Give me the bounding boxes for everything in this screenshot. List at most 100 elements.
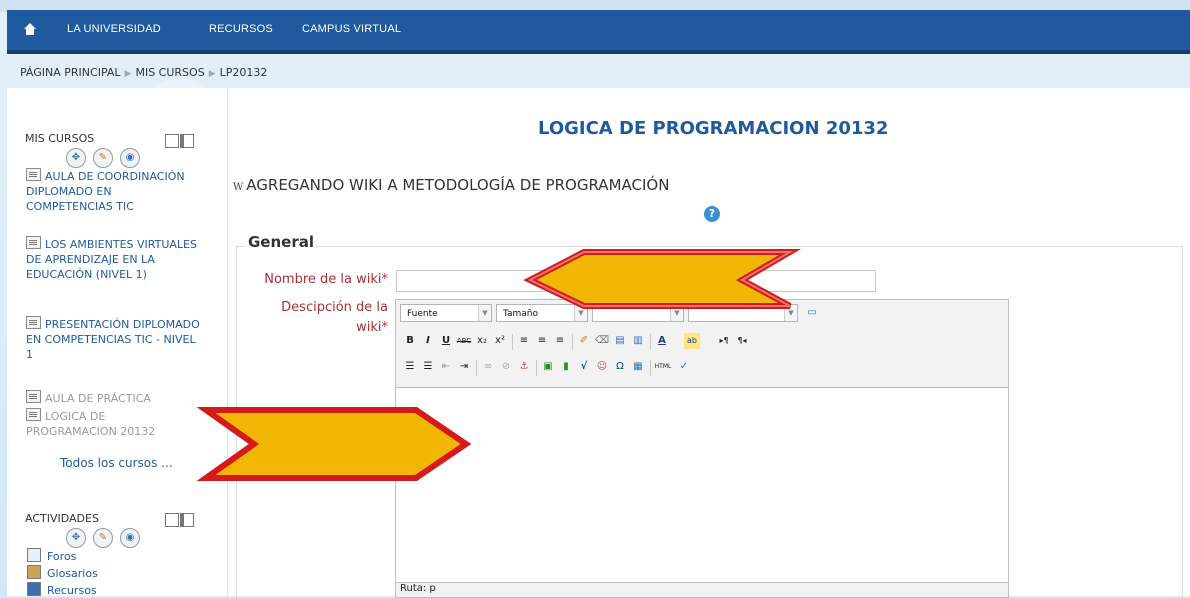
unlink-icon[interactable]: ⊘ — [498, 359, 514, 375]
editor-content-area[interactable] — [396, 387, 1008, 583]
anchor-icon[interactable]: ⚓ — [516, 359, 532, 375]
help-icon[interactable]: ? — [704, 206, 720, 222]
wiki-description-label-line2: wiki* — [248, 320, 388, 335]
breadcrumb-separator-icon: ▶ — [208, 69, 216, 79]
superscript-icon[interactable]: x² — [492, 333, 508, 349]
wiki-icon: W — [233, 182, 244, 193]
bullet-list-icon[interactable]: ☰ — [402, 359, 418, 375]
wiki-description-label: Descipción de la — [248, 300, 388, 315]
activity-link-forums[interactable]: Foros — [27, 548, 76, 563]
wiki-name-label: Nombre de la wiki* — [248, 272, 388, 287]
editor-toolbar-row-3: ☰ ☰ ⇤ ⇥ ∞ ⊘ ⚓ ▣ ▮ √ ☺ Ω ▦ HTML ✓ — [400, 358, 1000, 378]
align-right-icon[interactable]: ≡ — [552, 333, 568, 349]
activity-label: Foros — [47, 550, 77, 563]
toolbar-separator — [650, 334, 651, 350]
course-link[interactable]: LOS AMBIENTES VIRTUALES DE APRENDIZAJE E… — [26, 236, 201, 282]
home-icon[interactable] — [23, 22, 37, 36]
clean-formatting-icon[interactable]: ✐ — [576, 333, 592, 349]
paste-text-icon[interactable]: ▤ — [612, 333, 628, 349]
breadcrumb-separator-icon: ▶ — [124, 69, 132, 79]
ltr-icon[interactable]: ▸¶ — [716, 333, 732, 349]
visibility-eye-icon[interactable]: ◉ — [120, 528, 140, 548]
breadcrumb-my-courses[interactable]: MIS CURSOS — [135, 66, 204, 79]
block-controls — [165, 513, 197, 527]
underline-icon[interactable]: U — [438, 333, 454, 349]
font-family-select[interactable]: Fuente ▼ — [400, 304, 492, 322]
html-source-icon[interactable]: HTML — [654, 359, 672, 375]
content-area: MIS CURSOS ✥ ✎ ◉ AULA DE COORDINACIÓN DI… — [7, 88, 1190, 598]
spellcheck-icon[interactable]: ✓ — [676, 359, 692, 375]
course-link[interactable]: PRESENTACIÓN DIPLOMADO EN COMPETENCIAS T… — [26, 316, 201, 362]
hide-block-icon[interactable] — [165, 134, 179, 148]
media-icon[interactable]: ▮ — [558, 359, 574, 375]
required-mark: * — [381, 272, 389, 287]
numbered-list-icon[interactable]: ☰ — [420, 359, 436, 375]
course-link[interactable]: AULA DE COORDINACIÓN DIPLOMADO EN COMPET… — [26, 168, 201, 214]
align-left-icon[interactable]: ≡ — [516, 333, 532, 349]
paste-word-icon[interactable]: ▥ — [630, 333, 646, 349]
annotation-arrow-left-icon — [523, 249, 802, 309]
activity-link-resources[interactable]: Recursos — [27, 582, 97, 597]
edit-pencil-icon[interactable]: ✎ — [93, 528, 113, 548]
highlight-color-icon[interactable]: ab — [684, 333, 700, 349]
all-courses-link[interactable]: Todos los cursos ... — [60, 456, 173, 470]
subscript-icon[interactable]: x₂ — [474, 333, 490, 349]
block-edit-icons: ✥ ✎ ◉ — [66, 528, 146, 548]
activity-link-glossaries[interactable]: Glosarios — [27, 565, 98, 580]
text-color-icon[interactable]: A — [654, 333, 670, 349]
label-text: Descipción de la — [281, 300, 388, 315]
toolbar-separator — [476, 360, 477, 376]
breadcrumb: PÁGINA PRINCIPAL ▶ MIS CURSOS ▶ LP20132 — [20, 66, 267, 79]
section-heading-text: AGREGANDO WIKI A METODOLOGÍA DE PROGRAMA… — [246, 176, 670, 194]
course-link[interactable]: AULA DE PRÁCTICA — [26, 390, 201, 406]
dock-block-icon[interactable] — [180, 513, 194, 527]
rtl-icon[interactable]: ¶◂ — [734, 333, 750, 349]
eraser-icon[interactable]: ⌫ — [594, 333, 610, 349]
nav-link-recursos[interactable]: RECURSOS — [209, 23, 273, 35]
chevron-down-icon: ▼ — [478, 305, 491, 321]
visibility-eye-icon[interactable]: ◉ — [120, 148, 140, 168]
course-icon — [26, 236, 41, 249]
fullscreen-icon[interactable]: ▭ — [804, 305, 820, 321]
indent-icon[interactable]: ⇥ — [456, 359, 472, 375]
hide-block-icon[interactable] — [165, 513, 179, 527]
main-region: LOGICA DE PROGRAMACION 20132 W AGREGANDO … — [228, 88, 1190, 598]
move-icon[interactable]: ✥ — [66, 148, 86, 168]
smiley-icon[interactable]: ☺ — [594, 359, 610, 375]
course-icon — [26, 168, 41, 181]
bold-icon[interactable]: B — [402, 333, 418, 349]
equation-icon[interactable]: √ — [576, 359, 592, 375]
left-sidebar: MIS CURSOS ✥ ✎ ◉ AULA DE COORDINACIÓN DI… — [7, 88, 228, 597]
block-title-activities: ACTIVIDADES — [25, 512, 99, 525]
activity-label: Recursos — [47, 584, 97, 597]
table-icon[interactable]: ▦ — [630, 359, 646, 375]
breadcrumb-current-course[interactable]: LP20132 — [220, 66, 268, 79]
nav-link-campus-virtual[interactable]: CAMPUS VIRTUAL — [302, 23, 401, 35]
link-icon[interactable]: ∞ — [480, 359, 496, 375]
block-title-my-courses: MIS CURSOS — [25, 132, 95, 145]
align-center-icon[interactable]: ≡ — [534, 333, 550, 349]
edit-pencil-icon[interactable]: ✎ — [93, 148, 113, 168]
move-icon[interactable]: ✥ — [66, 528, 86, 548]
top-navigation-bar: LA UNIVERSIDAD RECURSOS CAMPUS VIRTUAL — [7, 10, 1190, 54]
section-heading: W AGREGANDO WIKI A METODOLOGÍA DE PROGRAM… — [233, 176, 669, 194]
toolbar-separator — [650, 360, 651, 376]
glossary-icon — [27, 565, 41, 579]
course-link[interactable]: LOGICA DE PROGRAMACION 20132 — [26, 408, 176, 439]
outdent-icon[interactable]: ⇤ — [438, 359, 454, 375]
course-label: AULA DE PRÁCTICA — [45, 392, 151, 405]
breadcrumb-home[interactable]: PÁGINA PRINCIPAL — [20, 66, 121, 79]
label-text: wiki — [356, 320, 382, 335]
forum-icon — [27, 548, 41, 562]
resource-icon — [27, 582, 41, 596]
image-icon[interactable]: ▣ — [540, 359, 556, 375]
toolbar-separator — [572, 334, 573, 350]
annotation-arrow-right-icon — [196, 407, 472, 481]
strikethrough-icon[interactable]: ABC — [456, 333, 472, 349]
dock-block-icon[interactable] — [180, 134, 194, 148]
italic-icon[interactable]: I — [420, 333, 436, 349]
toolbar-separator — [536, 360, 537, 376]
course-label: LOS AMBIENTES VIRTUALES DE APRENDIZAJE E… — [26, 238, 197, 281]
nav-link-la-universidad[interactable]: LA UNIVERSIDAD — [67, 23, 161, 35]
special-char-icon[interactable]: Ω — [612, 359, 628, 375]
